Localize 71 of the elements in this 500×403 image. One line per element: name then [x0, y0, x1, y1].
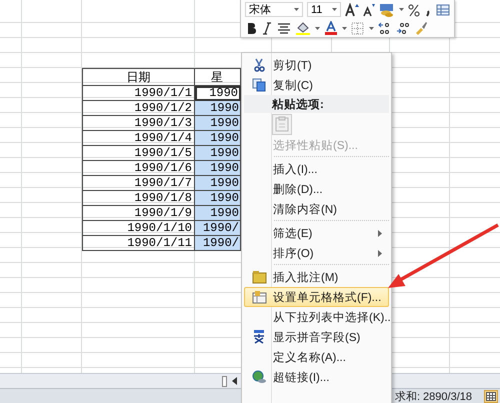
menu-item[interactable]: 从下拉列表中选择(K)... — [244, 307, 389, 327]
globe-link-icon — [252, 370, 266, 384]
table-cell[interactable]: 1990 — [195, 116, 241, 131]
caret-icon[interactable] — [342, 26, 347, 30]
caret-icon[interactable] — [332, 8, 337, 11]
table-cell[interactable]: 1990/1/1 — [82, 86, 195, 101]
decrease-decimal-icon[interactable] — [396, 21, 410, 35]
format-painter-icon[interactable] — [414, 21, 428, 35]
table-cell[interactable]: 1990/ — [195, 221, 241, 236]
fill-color-icon[interactable] — [295, 21, 311, 35]
table-cell[interactable]: 1990 — [195, 191, 241, 206]
table-cell[interactable]: 1990 — [195, 206, 241, 221]
folder-note-icon — [252, 270, 266, 284]
menu-item[interactable]: 超链接(I)... — [244, 367, 389, 387]
percent-icon[interactable] — [408, 2, 420, 16]
table-cell[interactable]: 1990/1/9 — [82, 206, 195, 221]
format-table-icon[interactable] — [436, 2, 450, 16]
menu-item[interactable]: 插入批注(M) — [244, 267, 389, 287]
table-cell[interactable]: 1990 — [195, 101, 241, 116]
table-cell[interactable]: 1990/1/3 — [82, 116, 195, 131]
submenu-arrow-icon — [378, 230, 382, 236]
grow-font-icon[interactable] — [345, 2, 359, 16]
copy-icon — [252, 78, 266, 92]
increase-decimal-icon[interactable] — [378, 21, 392, 35]
center-align-icon[interactable] — [277, 21, 291, 35]
table-cell[interactable]: 1990 — [195, 161, 241, 176]
table-cell[interactable]: 1990/1/7 — [82, 176, 195, 191]
sum-readout: 求和: 2890/3/18 — [394, 390, 472, 403]
table-cell[interactable]: 1990/1/2 — [82, 101, 195, 116]
table-cell[interactable]: 1990 — [195, 86, 241, 101]
table-cell[interactable]: 1990 — [195, 176, 241, 191]
menu-item[interactable]: 剪切(T) — [244, 55, 389, 75]
caret-icon[interactable] — [369, 26, 374, 30]
menu-item[interactable]: 删除(D)... — [244, 179, 389, 199]
menu-item[interactable]: 插入(I)... — [244, 159, 389, 179]
font-color-icon[interactable] — [324, 21, 338, 35]
menu-item[interactable]: 复制(C) — [244, 75, 389, 95]
table-cell[interactable]: 1990/1/5 — [82, 146, 195, 161]
table-cell[interactable]: 1990 — [195, 146, 241, 161]
table-cell[interactable]: 1990/1/8 — [82, 191, 195, 206]
table-cell[interactable]: 1990/ — [195, 236, 241, 251]
font-field[interactable]: 宋体 — [245, 2, 303, 17]
table-cell[interactable]: 1990/1/10 — [82, 221, 195, 236]
section-heading: 粘贴选项: — [272, 97, 324, 112]
scissors-icon — [252, 58, 266, 72]
caret-icon[interactable] — [399, 8, 404, 11]
scroll-left-icon[interactable] — [232, 377, 238, 385]
menu-item[interactable]: 显示拼音字段(S) — [244, 327, 389, 347]
italic-icon[interactable] — [261, 21, 273, 35]
menu-item[interactable]: 定义名称(A)... — [244, 347, 389, 367]
font-size-field[interactable]: 11 — [307, 2, 341, 17]
menu-item[interactable]: 排序(O) — [244, 243, 389, 263]
menu-item[interactable]: 设置单元格格式(F)... — [244, 287, 389, 307]
table-cell[interactable]: 1990/1/11 — [82, 236, 195, 251]
caret-icon[interactable] — [315, 26, 320, 30]
format-cells-icon — [252, 290, 266, 304]
submenu-arrow-icon — [378, 250, 382, 256]
split-handle[interactable] — [222, 376, 227, 386]
menu-item[interactable]: 筛选(E) — [244, 223, 389, 243]
table-cell[interactable]: 1990/1/4 — [82, 131, 195, 146]
bold-icon[interactable] — [245, 21, 257, 35]
shrink-font-icon[interactable] — [363, 2, 375, 16]
table-cell[interactable]: 1990 — [195, 131, 241, 146]
caret-icon[interactable] — [294, 8, 299, 11]
borders-icon[interactable] — [351, 21, 365, 35]
menu-item[interactable]: 清除内容(N) — [244, 199, 389, 219]
money-icon[interactable] — [379, 2, 395, 16]
normal-view-button[interactable] — [484, 390, 498, 402]
column-header: 日期 — [82, 68, 195, 86]
phonetic-icon — [252, 330, 266, 344]
table-cell[interactable]: 1990/1/6 — [82, 161, 195, 176]
